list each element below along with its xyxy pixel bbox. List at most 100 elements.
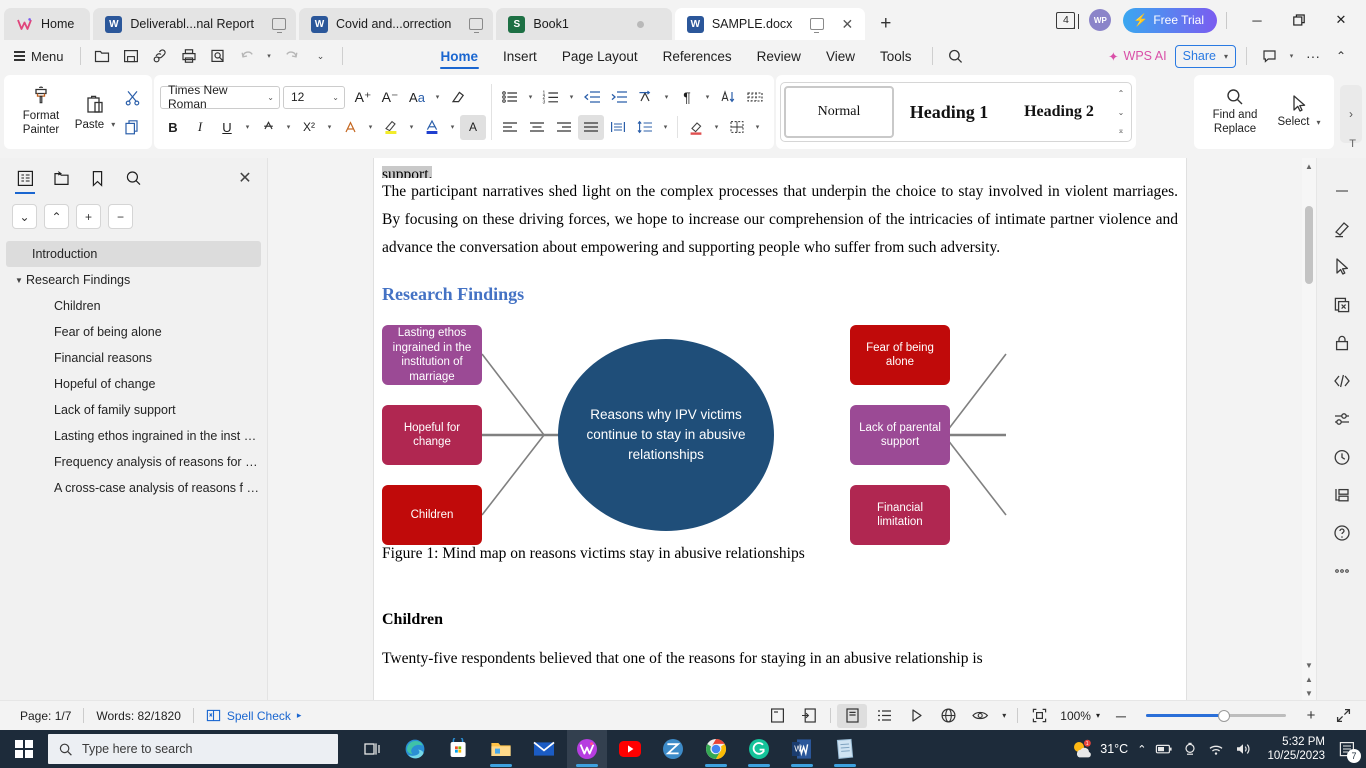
history-icon[interactable]	[1325, 438, 1359, 476]
pen-highlighter-icon[interactable]	[1325, 210, 1359, 248]
bold-button[interactable]: B	[160, 115, 186, 140]
grow-font-button[interactable]: A⁺	[350, 85, 376, 110]
document-canvas[interactable]: support. The participant narratives shed…	[268, 158, 1316, 700]
monitor-icon[interactable]	[809, 18, 824, 33]
vertical-scrollbar[interactable]: ▲ ▼ ▲ ▼	[1302, 158, 1316, 700]
text-effects-button[interactable]	[337, 115, 363, 140]
tab-view[interactable]: View	[814, 41, 867, 71]
document-count-badge[interactable]: 4	[1056, 11, 1080, 29]
outline-icon[interactable]	[10, 164, 40, 194]
tab-covid-correction[interactable]: W Covid and...orrection	[299, 8, 494, 40]
tab-home[interactable]: Home	[4, 8, 91, 40]
underline-button[interactable]: U	[214, 115, 240, 140]
share-link-icon[interactable]	[147, 43, 173, 69]
mindmap-node-financial-limitation[interactable]: Financial limitation	[850, 485, 950, 545]
chevron-down-icon[interactable]: ▾	[323, 115, 336, 140]
restore-button[interactable]	[1278, 5, 1320, 35]
notepad-icon[interactable]	[825, 730, 865, 768]
zoom-slider[interactable]	[1146, 709, 1286, 722]
mindmap-center-node[interactable]: Reasons why IPV victims continue to stay…	[558, 339, 774, 531]
italic-button[interactable]: I	[187, 115, 213, 140]
chevron-down-icon[interactable]: ▾	[431, 85, 444, 110]
border-button[interactable]	[724, 115, 750, 140]
mindmap-node-fear-of-being-alone[interactable]: Fear of being alone	[850, 325, 950, 385]
change-case-button[interactable]: Aa	[404, 85, 430, 110]
grammarly-icon[interactable]	[739, 730, 779, 768]
chevron-down-icon[interactable]: ▾	[405, 115, 418, 140]
text-box-button[interactable]: A	[460, 114, 486, 140]
chevron-down-icon[interactable]: ▾	[1096, 711, 1100, 720]
tab-home[interactable]: Home	[429, 41, 491, 71]
chevron-down-icon[interactable]: ▾	[701, 85, 714, 110]
help-icon[interactable]	[1325, 514, 1359, 552]
chevron-down-icon[interactable]: ⌄	[308, 43, 334, 69]
chrome-icon[interactable]	[696, 730, 736, 768]
collapse-up-button[interactable]: ⌃	[44, 204, 69, 229]
highlight-button[interactable]	[378, 115, 404, 140]
chevron-down-icon[interactable]: ▾	[997, 704, 1011, 728]
eye-view-button[interactable]	[965, 704, 995, 728]
scroll-up-icon[interactable]: ▲	[1302, 158, 1316, 174]
align-right-button[interactable]	[551, 115, 577, 140]
mindmap-node-lack-of-parental-support[interactable]: Lack of parental support	[850, 405, 950, 465]
weather-widget[interactable]: 1 31°C	[1071, 739, 1128, 759]
bookmark-icon[interactable]	[82, 164, 112, 192]
zoom-level[interactable]: 100% ▾	[1056, 709, 1104, 723]
font-name-combo[interactable]: Times New Roman ⌄	[160, 83, 280, 111]
print-preview-icon[interactable]	[205, 43, 231, 69]
style-heading-2[interactable]: Heading 2	[1004, 86, 1114, 138]
expand-ribbon-button[interactable]: ›	[1340, 84, 1362, 143]
expand-styles-icon[interactable]: ⌅	[1118, 126, 1125, 135]
format-painter-button[interactable]: Format Painter	[10, 79, 72, 145]
chevron-down-icon[interactable]: ▾	[446, 115, 459, 140]
chevron-down-icon[interactable]: ▾	[751, 115, 764, 140]
wifi-icon[interactable]	[1207, 741, 1225, 757]
previous-page-icon[interactable]: ▲	[1305, 675, 1313, 684]
mind-map-figure[interactable]: Lasting ethos ingrained in the instituti…	[374, 317, 1186, 545]
start-button[interactable]	[0, 730, 48, 768]
paste-button[interactable]: Paste ▾	[72, 79, 118, 145]
search-icon[interactable]	[942, 43, 968, 69]
word-count[interactable]: Words: 82/1820	[84, 709, 193, 723]
nav-item-frequency-analysis[interactable]: Frequency analysis of reasons for …	[0, 449, 267, 475]
clock[interactable]: 5:32 PM 10/25/2023	[1261, 735, 1325, 763]
collapse-down-button[interactable]: ⌄	[12, 204, 37, 229]
align-left-button[interactable]	[497, 115, 523, 140]
battery-icon[interactable]	[1155, 741, 1173, 757]
nav-item-lasting-ethos[interactable]: Lasting ethos ingrained in the inst …	[0, 423, 267, 449]
scroll-up-icon[interactable]: ⌃	[1118, 89, 1125, 98]
scrollbar-thumb[interactable]	[1305, 206, 1313, 284]
clear-formatting-button[interactable]	[445, 85, 471, 110]
nav-item-hopeful-of-change[interactable]: Hopeful of change	[0, 371, 267, 397]
undo-dropdown-icon[interactable]: ▾	[263, 44, 276, 69]
asian-layout-button[interactable]	[633, 85, 659, 110]
collapse-icon[interactable]	[1325, 172, 1359, 210]
style-normal[interactable]: Normal	[784, 86, 894, 138]
bullets-button[interactable]	[497, 85, 523, 110]
save-icon[interactable]	[118, 43, 144, 69]
comment-icon[interactable]	[1257, 43, 1283, 69]
mail-icon[interactable]	[524, 730, 564, 768]
wps-office-icon[interactable]	[567, 730, 607, 768]
line-spacing-button[interactable]	[632, 115, 658, 140]
tab-tools[interactable]: Tools	[868, 41, 924, 71]
chevron-down-icon[interactable]: ▾	[282, 115, 295, 140]
chevron-down-icon[interactable]: ▾	[364, 115, 377, 140]
webcam-icon[interactable]	[1182, 741, 1198, 757]
redo-icon[interactable]	[279, 43, 305, 69]
task-view-icon[interactable]	[352, 730, 392, 768]
undo-icon[interactable]	[234, 43, 260, 69]
font-color-button[interactable]	[419, 115, 445, 140]
cursor-select-icon[interactable]	[1325, 248, 1359, 286]
free-trial-button[interactable]: ⚡ Free Trial	[1123, 7, 1217, 33]
show-hidden-icons-icon[interactable]: ⌃	[1137, 743, 1146, 756]
cut-button[interactable]	[118, 84, 146, 110]
print-icon[interactable]	[176, 43, 202, 69]
chevron-down-icon[interactable]: ▼	[12, 276, 26, 285]
nav-item-research-findings[interactable]: ▼ Research Findings	[0, 267, 267, 293]
collapse-ribbon-icon[interactable]: ⌃	[1328, 43, 1354, 69]
page-indicator[interactable]: Page: 1/7	[8, 709, 83, 723]
chevron-down-icon[interactable]: ▾	[659, 115, 672, 140]
presentation-button[interactable]	[901, 704, 931, 728]
nav-item-children[interactable]: Children	[0, 293, 267, 319]
